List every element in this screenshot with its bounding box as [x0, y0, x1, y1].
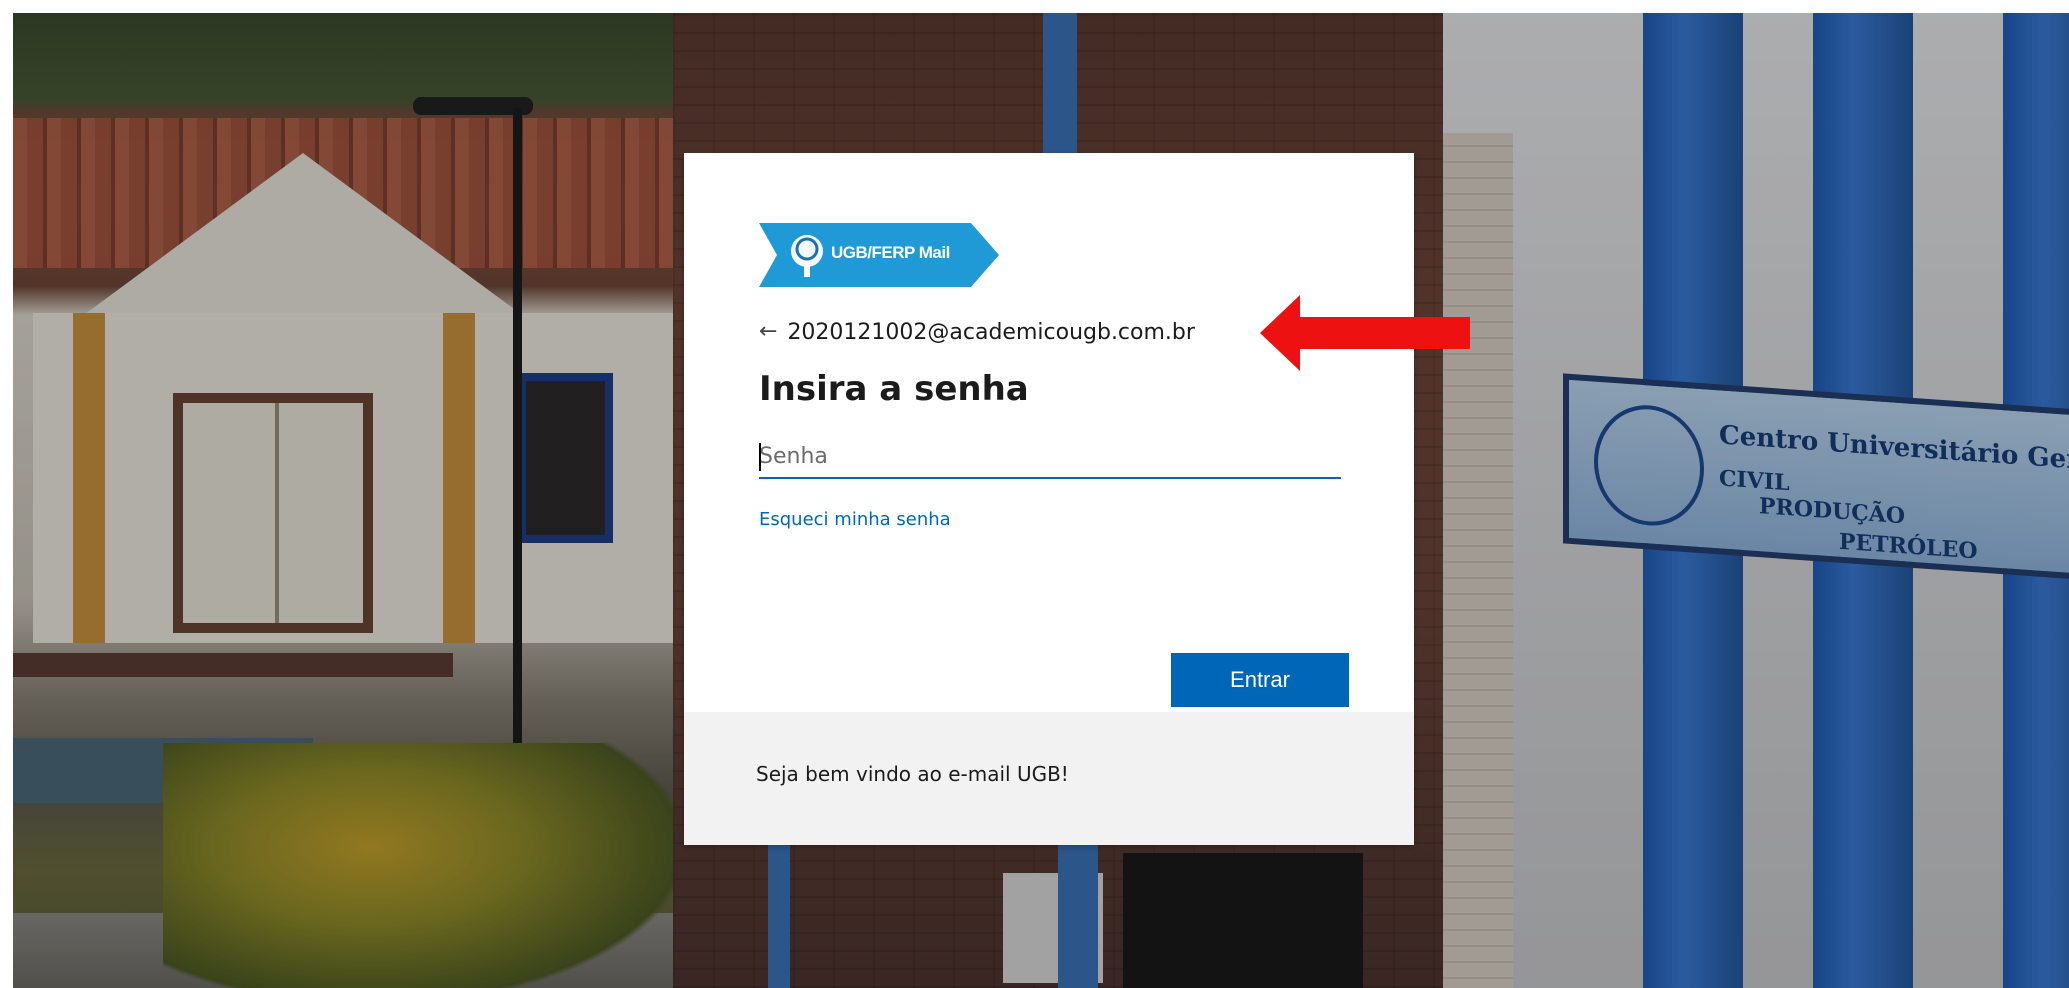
card-footer: Seja bem vindo ao e-mail UGB!	[684, 712, 1414, 845]
brand-logo: UGB/FERP Mail	[759, 223, 999, 287]
page-title: Insira a senha	[759, 369, 1029, 409]
sign-in-button[interactable]: Entrar	[1171, 653, 1349, 707]
forgot-password-link[interactable]: Esqueci minha senha	[759, 509, 951, 530]
password-input[interactable]	[759, 435, 1341, 477]
brand-name: UGB/FERP Mail	[831, 243, 950, 262]
back-arrow-icon[interactable]: ←	[759, 321, 777, 343]
account-email: 2020121002@academicougb.com.br	[787, 319, 1195, 345]
welcome-message: Seja bem vindo ao e-mail UGB!	[756, 762, 1069, 786]
red-annotation-arrow-icon	[1260, 295, 1470, 371]
password-field-wrapper	[759, 435, 1341, 479]
login-card: UGB/FERP Mail ← 2020121002@academicougb.…	[684, 153, 1414, 845]
text-cursor	[759, 443, 761, 471]
